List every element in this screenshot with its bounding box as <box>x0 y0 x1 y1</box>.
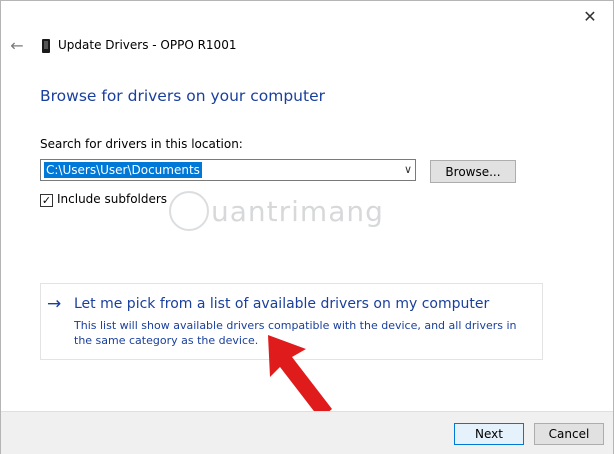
phone-device-icon <box>42 39 50 53</box>
close-button[interactable]: ✕ <box>575 5 605 27</box>
right-arrow-icon: → <box>47 294 62 314</box>
cancel-button[interactable]: Cancel <box>534 423 604 445</box>
driver-path-value[interactable]: C:\Users\User\Documents <box>44 162 202 178</box>
browse-button[interactable]: Browse... <box>430 160 516 183</box>
search-location-label: Search for drivers in this location: <box>40 137 243 151</box>
back-arrow-icon: ← <box>10 35 24 55</box>
pick-option-title[interactable]: Let me pick from a list of available dri… <box>74 296 489 312</box>
back-button[interactable]: ← <box>7 35 27 55</box>
page-heading: Browse for drivers on your computer <box>40 87 325 105</box>
cancel-button-label: Cancel <box>548 427 590 441</box>
window-title: Update Drivers - OPPO R1001 <box>58 38 237 52</box>
browse-button-label: Browse... <box>445 164 501 179</box>
chevron-down-icon[interactable]: ∨ <box>404 163 412 176</box>
driver-path-combobox[interactable]: C:\Users\User\Documents ∨ <box>40 159 416 181</box>
update-drivers-window: ✕ ← Update Drivers - OPPO R1001 Browse f… <box>0 0 614 454</box>
include-subfolders-label[interactable]: Include subfolders <box>57 192 167 206</box>
watermark-logo-icon <box>169 191 209 231</box>
next-button[interactable]: Next <box>454 423 524 445</box>
watermark-text: uantrimang <box>211 195 384 228</box>
watermark: uantrimang <box>169 189 399 239</box>
dialog-footer: Next Cancel <box>1 411 613 454</box>
next-button-label: Next <box>475 427 503 441</box>
include-subfolders-checkbox[interactable]: ✓ <box>40 194 53 207</box>
close-icon: ✕ <box>583 6 597 26</box>
